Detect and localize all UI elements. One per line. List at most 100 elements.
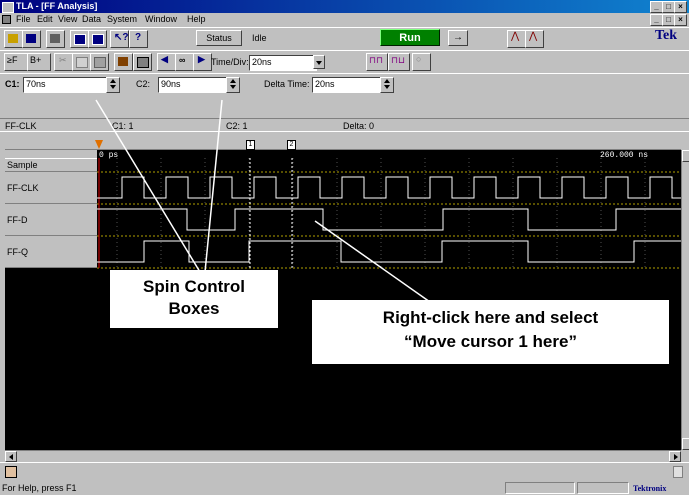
- run-button[interactable]: Run: [380, 29, 440, 46]
- cursor2-marker[interactable]: 2: [287, 140, 296, 150]
- help-button[interactable]: ?: [129, 30, 148, 48]
- window-properties-button[interactable]: [133, 53, 152, 71]
- doc-close-button[interactable]: ×: [674, 14, 687, 26]
- menu-edit[interactable]: Edit: [37, 13, 53, 26]
- menu-window[interactable]: Window: [145, 13, 177, 26]
- copy-icon: [76, 57, 88, 68]
- add-signal-icon: B+: [30, 55, 42, 65]
- delta-time-spin-buttons[interactable]: [380, 77, 394, 93]
- cursor1-marker[interactable]: 1: [246, 140, 255, 150]
- cursor-toolbar: C1: 70ns C2: 90ns Delta Time: 20ns: [0, 73, 689, 93]
- acquisition-state: Idle: [252, 33, 267, 43]
- menu-view[interactable]: View: [58, 13, 77, 26]
- ff-q-trace: [97, 240, 681, 263]
- cursor-ruler: 1 2: [5, 140, 681, 150]
- doc-icon[interactable]: [2, 15, 11, 24]
- readout-delta: Delta: 0: [343, 121, 375, 131]
- trigger-button-2[interactable]: ⋀: [525, 30, 544, 48]
- cut-icon: ✂: [59, 55, 67, 65]
- save-button[interactable]: [22, 30, 41, 48]
- cursor-readout: FF-CLK C1: 1 C2: 1 Delta: 0: [0, 118, 689, 132]
- home-marker-icon[interactable]: [5, 466, 17, 478]
- paste-button[interactable]: [90, 53, 109, 71]
- c2-spin-input[interactable]: 90ns: [158, 77, 230, 93]
- status-pane-1: [505, 482, 575, 494]
- ff-d-trace: [97, 208, 681, 231]
- c1-label: C1:: [5, 79, 20, 89]
- timediv-select[interactable]: 20ns: [249, 55, 317, 71]
- single-run-button[interactable]: →: [448, 30, 468, 46]
- binoculars-icon: ∞: [179, 55, 186, 65]
- signal-row-ff-clk[interactable]: FF-CLK: [5, 172, 97, 204]
- cut-button[interactable]: ✂: [54, 53, 73, 71]
- pointer-help-icon: ↖?: [114, 32, 129, 43]
- status-pane-2: [577, 482, 629, 494]
- menu-file[interactable]: File: [16, 13, 31, 26]
- right-click-line2: “Move cursor 1 here”: [404, 332, 577, 351]
- c1-spin-buttons[interactable]: [106, 77, 120, 93]
- zoom-out-time-button[interactable]: ⊓⊔: [388, 53, 410, 71]
- scroll-up-button[interactable]: [682, 150, 689, 162]
- signal-row-ff-q[interactable]: FF-Q: [5, 236, 97, 268]
- trigger-button-1[interactable]: ⋀: [507, 30, 526, 48]
- c2-label: C2:: [136, 79, 151, 89]
- setup-window-button[interactable]: [70, 30, 89, 48]
- menu-data[interactable]: Data: [82, 13, 101, 26]
- end-marker-icon[interactable]: [673, 466, 683, 478]
- folder-icon: [8, 34, 18, 43]
- window-icon: [74, 34, 86, 45]
- arrow-right-icon: [674, 454, 678, 460]
- arrow-left-icon: [9, 454, 13, 460]
- expand-wave-icon: ⊓⊓: [369, 55, 384, 65]
- timediv-dropdown-button[interactable]: [313, 55, 325, 69]
- tektronix-logo: Tektronix: [633, 484, 667, 493]
- magnifier-icon: ○: [416, 54, 422, 64]
- menu-help[interactable]: Help: [187, 13, 206, 26]
- help-context-button[interactable]: ↖?: [110, 30, 129, 48]
- vertical-scrollbar[interactable]: [681, 150, 689, 450]
- listing-window-button[interactable]: [88, 30, 107, 48]
- arrow-right-icon: ▶: [198, 54, 205, 64]
- open-button[interactable]: [4, 30, 23, 48]
- horizontal-scrollbar[interactable]: [5, 450, 681, 462]
- listing-icon: [92, 34, 104, 45]
- add-signal-button[interactable]: B+: [27, 53, 51, 71]
- close-button[interactable]: ×: [674, 1, 687, 13]
- signal-row-ff-d[interactable]: FF-D: [5, 204, 97, 236]
- properties-icon: [118, 57, 128, 66]
- arrow-left-icon: ◀: [161, 54, 168, 64]
- delta-time-input[interactable]: 20ns: [312, 77, 384, 93]
- data-properties-button[interactable]: [114, 53, 133, 71]
- search-back-button[interactable]: ◀: [157, 53, 176, 71]
- print-button[interactable]: [46, 30, 65, 48]
- c2-spin-buttons[interactable]: [226, 77, 240, 93]
- search-forward-button[interactable]: ▶: [193, 53, 212, 71]
- menu-system[interactable]: System: [107, 13, 137, 26]
- status-help-text: For Help, press F1: [2, 483, 77, 493]
- window-title: TLA - [FF Analysis]: [16, 1, 98, 11]
- scroll-right-button[interactable]: [669, 451, 681, 462]
- time-start-label: 0 ps: [99, 151, 119, 160]
- readout-signal: FF-CLK: [5, 121, 37, 131]
- spin-callout-line1: Spin Control: [143, 277, 245, 296]
- copy-button[interactable]: [72, 53, 91, 71]
- compress-wave-icon: ⊓⊔: [391, 55, 406, 65]
- right-click-line1: Right-click here and select: [382, 308, 599, 327]
- help-icon: ?: [135, 32, 142, 43]
- printer-icon: [50, 34, 60, 43]
- status-bar: For Help, press F1 Tektronix: [0, 481, 689, 495]
- delta-time-label: Delta Time:: [264, 79, 310, 89]
- c1-spin-input[interactable]: 70ns: [23, 77, 110, 93]
- chevron-down-icon: [316, 61, 322, 65]
- app-icon[interactable]: [2, 2, 14, 13]
- search-button[interactable]: ∞: [175, 53, 194, 71]
- scroll-left-button[interactable]: [5, 451, 17, 462]
- scroll-down-button[interactable]: [682, 438, 689, 450]
- magnify-button[interactable]: ○: [412, 53, 431, 71]
- trigger-marker-icon[interactable]: [95, 140, 103, 149]
- status-button[interactable]: Status: [196, 30, 242, 46]
- toolbar-waveform: ≥F B+ ✂ ◀ ∞ ▶ Time/Div: 20ns ⊓⊓ ⊓⊔ ○: [0, 50, 689, 72]
- add-waveform-button[interactable]: ≥F: [4, 53, 28, 71]
- readout-c1: C1: 1: [112, 121, 134, 131]
- zoom-in-time-button[interactable]: ⊓⊓: [366, 53, 388, 71]
